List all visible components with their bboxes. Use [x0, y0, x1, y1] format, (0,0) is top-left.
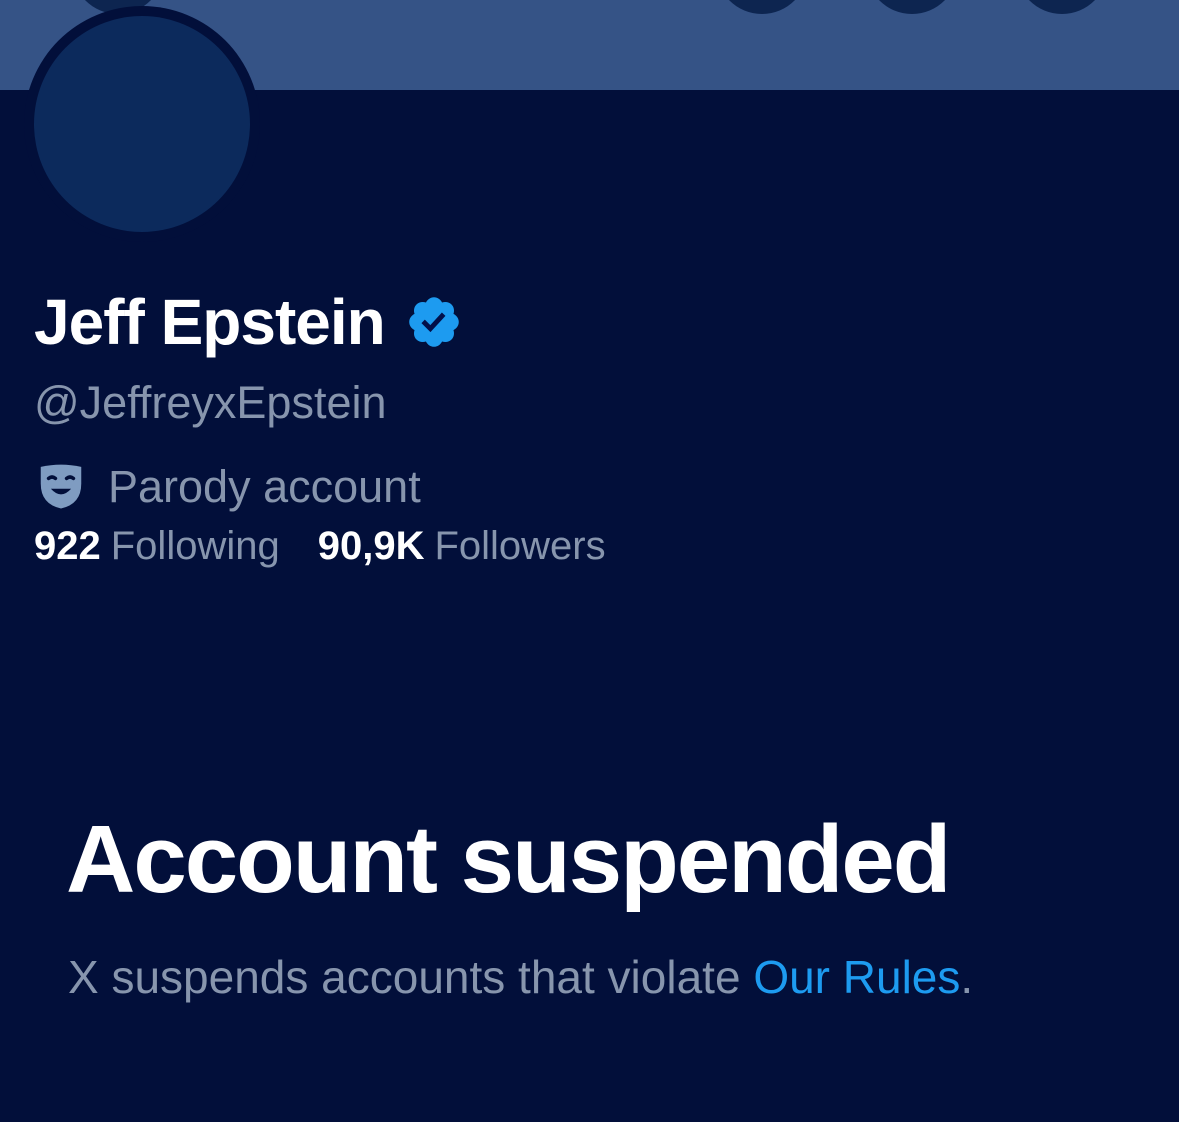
more-options-button[interactable] — [1016, 0, 1108, 14]
following-count: 922 — [34, 524, 101, 568]
our-rules-link[interactable]: Our Rules — [753, 951, 960, 1003]
verified-badge-icon[interactable] — [405, 293, 463, 351]
theater-mask-icon — [40, 464, 82, 509]
avatar[interactable] — [34, 16, 250, 232]
suspension-message-text: X suspends accounts that violate — [68, 951, 754, 1003]
parody-account-label: Parody account — [108, 460, 421, 512]
display-name: Jeff Epstein — [34, 286, 386, 358]
follow-stats: 922 Following 90,9K Followers — [34, 522, 606, 570]
following-label: Following — [110, 524, 280, 568]
user-handle: @JeffreyxEpstein — [34, 377, 387, 428]
followers-label: Followers — [434, 524, 606, 568]
parody-label-row: Parody account — [34, 458, 421, 514]
suspension-message-period: . — [960, 951, 974, 1003]
display-name-row: Jeff Epstein — [34, 282, 463, 362]
followers-count: 90,9K — [317, 524, 425, 568]
followers-stat[interactable]: 90,9K Followers — [318, 522, 606, 570]
avatar-border — [24, 6, 260, 242]
following-stat[interactable]: 922 Following — [34, 522, 280, 570]
share-button[interactable] — [866, 0, 958, 14]
suspension-message: X suspends accounts that violate Our Rul… — [68, 950, 973, 1005]
search-button[interactable] — [716, 0, 808, 14]
account-suspended-title: Account suspended — [66, 806, 951, 913]
